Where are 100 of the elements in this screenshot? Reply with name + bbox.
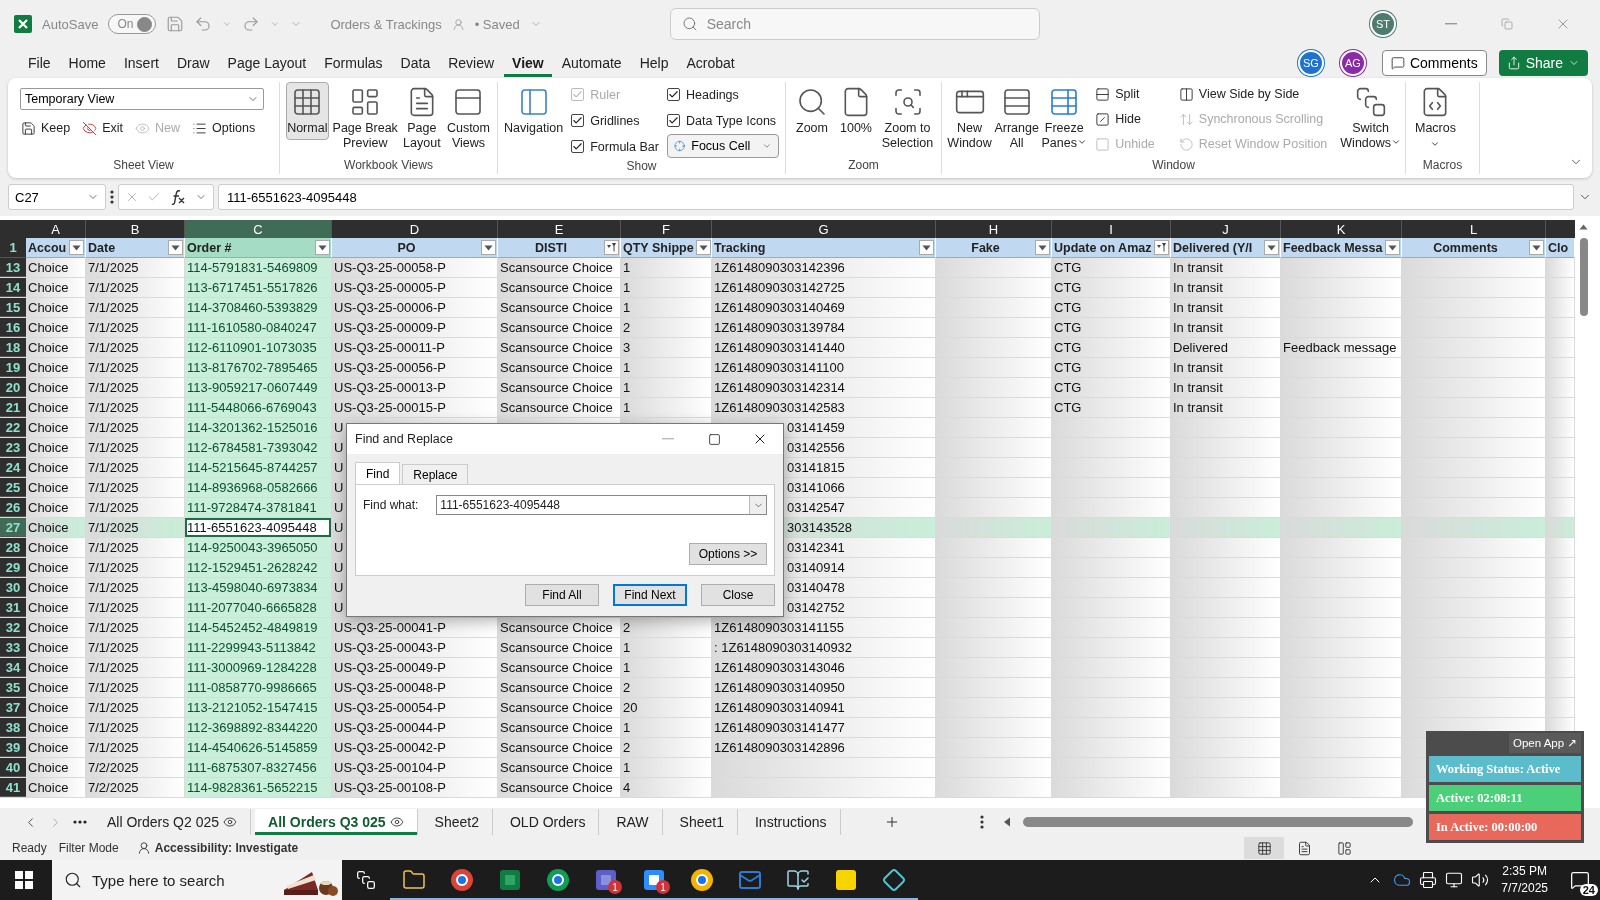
row-heading[interactable]: 19 bbox=[0, 358, 26, 377]
filter-button[interactable] bbox=[1154, 240, 1169, 255]
view-button[interactable]: Custom Views bbox=[445, 82, 491, 155]
switch-windows-button[interactable]: Switch Windows bbox=[1342, 82, 1399, 155]
notifications-button[interactable]: 24 bbox=[1560, 860, 1600, 900]
row-heading[interactable]: 13 bbox=[0, 258, 26, 277]
scroll-left-icon[interactable] bbox=[1002, 817, 1011, 827]
window-option[interactable]: View Side by Side bbox=[1175, 82, 1331, 106]
checkbox[interactable] bbox=[571, 140, 585, 153]
view-mode-button[interactable] bbox=[1244, 837, 1284, 859]
checkbox[interactable] bbox=[667, 114, 680, 127]
row-heading[interactable]: 30 bbox=[0, 578, 26, 597]
window-button[interactable]: New Window bbox=[948, 82, 992, 155]
checkbox[interactable] bbox=[667, 88, 680, 101]
sheet-tab[interactable]: All Orders Q3 025 bbox=[255, 809, 418, 835]
row-heading[interactable]: 21 bbox=[0, 398, 26, 417]
formula-field[interactable]: 111-6551623-4095448 bbox=[218, 184, 1574, 210]
filter-button[interactable] bbox=[1264, 240, 1279, 255]
row-heading[interactable]: 33 bbox=[0, 638, 26, 657]
dialog-button[interactable]: Find Next bbox=[613, 584, 687, 606]
sheet-view-select[interactable]: Temporary View bbox=[20, 88, 264, 110]
row-heading[interactable]: 22 bbox=[0, 418, 26, 437]
filter-button[interactable] bbox=[604, 240, 619, 255]
ribbon-button[interactable]: Keep bbox=[18, 116, 74, 140]
open-app-button[interactable]: Open App ↗ bbox=[1509, 733, 1581, 753]
comments-button[interactable]: Comments bbox=[1381, 50, 1487, 76]
filter-button[interactable] bbox=[1529, 240, 1544, 255]
collaborator-avatar[interactable]: SG bbox=[1297, 50, 1324, 76]
row-heading[interactable]: 37 bbox=[0, 698, 26, 717]
row-heading[interactable]: 34 bbox=[0, 658, 26, 677]
menu-tab[interactable]: Review bbox=[440, 49, 503, 77]
dialog-button[interactable]: Close bbox=[701, 584, 775, 606]
row-heading[interactable]: 27 bbox=[0, 518, 26, 537]
row-heading[interactable]: 29 bbox=[0, 558, 26, 577]
zoom-button[interactable]: Zoom bbox=[792, 82, 832, 140]
dialog-tab[interactable]: Replace bbox=[402, 464, 469, 484]
collaborator-avatar[interactable]: AG bbox=[1339, 50, 1366, 76]
row-heading[interactable]: 14 bbox=[0, 278, 26, 297]
name-box[interactable]: C27 bbox=[8, 184, 106, 210]
horizontal-scrollbar[interactable] bbox=[1022, 817, 1413, 827]
row-heading[interactable]: 16 bbox=[0, 318, 26, 337]
taskbar-app[interactable]: 1 bbox=[582, 860, 630, 900]
menu-tab[interactable]: Data bbox=[392, 49, 439, 77]
filter-button[interactable] bbox=[69, 240, 84, 255]
view-button[interactable]: Page Layout bbox=[401, 82, 442, 155]
checkbox[interactable] bbox=[571, 114, 585, 127]
menu-tab[interactable]: Help bbox=[631, 49, 677, 77]
row-heading[interactable]: 18 bbox=[0, 338, 26, 357]
menu-tab[interactable]: Home bbox=[60, 49, 114, 77]
user-avatar[interactable]: ST bbox=[1370, 11, 1396, 37]
row-heading[interactable]: 20 bbox=[0, 378, 26, 397]
menu-tab[interactable]: Draw bbox=[168, 49, 218, 77]
ribbon-button[interactable]: Options bbox=[189, 116, 259, 140]
search-field[interactable]: Search bbox=[669, 8, 1040, 40]
navigation-button[interactable]: Navigation bbox=[504, 82, 564, 140]
clock-time[interactable]: 2:35 PM bbox=[1502, 863, 1547, 880]
row-heading[interactable]: 40 bbox=[0, 758, 26, 777]
taskbar-app[interactable]: 1 bbox=[630, 860, 678, 900]
sheet-tab[interactable]: All Orders Q2 025 bbox=[94, 809, 252, 835]
zoom-button[interactable]: Zoom to Selection bbox=[880, 82, 935, 155]
row-heading[interactable]: 24 bbox=[0, 458, 26, 477]
focus-cell-button[interactable]: Focus Cell bbox=[667, 134, 779, 158]
window-option[interactable]: Split bbox=[1092, 82, 1158, 106]
menu-tab[interactable]: Page Layout bbox=[219, 49, 315, 77]
share-button[interactable]: Share bbox=[1498, 50, 1588, 76]
menu-tab[interactable]: Acrobat bbox=[678, 49, 743, 77]
sheet-tab[interactable]: Sheet2 bbox=[421, 809, 493, 835]
accessibility-status[interactable]: Accessibility: Investigate bbox=[154, 841, 299, 855]
row-heading[interactable]: 25 bbox=[0, 478, 26, 497]
filter-button[interactable] bbox=[315, 240, 330, 255]
row-heading[interactable]: 41 bbox=[0, 778, 26, 797]
scroll-thumb[interactable] bbox=[1579, 238, 1588, 316]
sheet-tab[interactable]: Sheet1 bbox=[666, 809, 738, 835]
window-option[interactable]: Hide bbox=[1092, 107, 1158, 131]
filter-button[interactable] bbox=[695, 240, 711, 255]
column-heading[interactable]: C bbox=[185, 220, 332, 238]
sheet-tab[interactable]: OLD Orders bbox=[496, 809, 600, 835]
row-heading[interactable]: 32 bbox=[0, 618, 26, 637]
menu-tab[interactable]: View bbox=[504, 49, 552, 77]
filter-button[interactable] bbox=[1035, 240, 1050, 255]
filter-button[interactable] bbox=[1385, 240, 1400, 255]
row-heading[interactable]: 26 bbox=[0, 498, 26, 517]
filter-button[interactable] bbox=[168, 240, 183, 255]
zoom-button[interactable]: 100% bbox=[836, 82, 876, 140]
menu-tab[interactable]: File bbox=[20, 49, 59, 77]
menu-tab[interactable]: Insert bbox=[115, 49, 167, 77]
dialog-button[interactable]: Find All bbox=[525, 584, 599, 606]
filter-button[interactable] bbox=[481, 240, 496, 255]
window-button[interactable]: Arrange All bbox=[995, 82, 1039, 155]
sheet-tab[interactable]: RAW bbox=[603, 809, 663, 835]
menu-tab[interactable]: Formulas bbox=[316, 49, 391, 77]
window-button[interactable]: Freeze Panes bbox=[1042, 82, 1087, 155]
row-heading[interactable]: 39 bbox=[0, 738, 26, 757]
view-button[interactable]: Normal bbox=[286, 82, 329, 140]
macros-button[interactable]: Macros bbox=[1412, 82, 1459, 153]
row-heading[interactable]: 15 bbox=[0, 298, 26, 317]
view-button[interactable]: Page Break Preview bbox=[332, 82, 398, 155]
filter-button[interactable] bbox=[919, 240, 934, 255]
clock-date[interactable]: 7/7/2025 bbox=[1501, 880, 1548, 897]
row-heading[interactable]: 38 bbox=[0, 718, 26, 737]
